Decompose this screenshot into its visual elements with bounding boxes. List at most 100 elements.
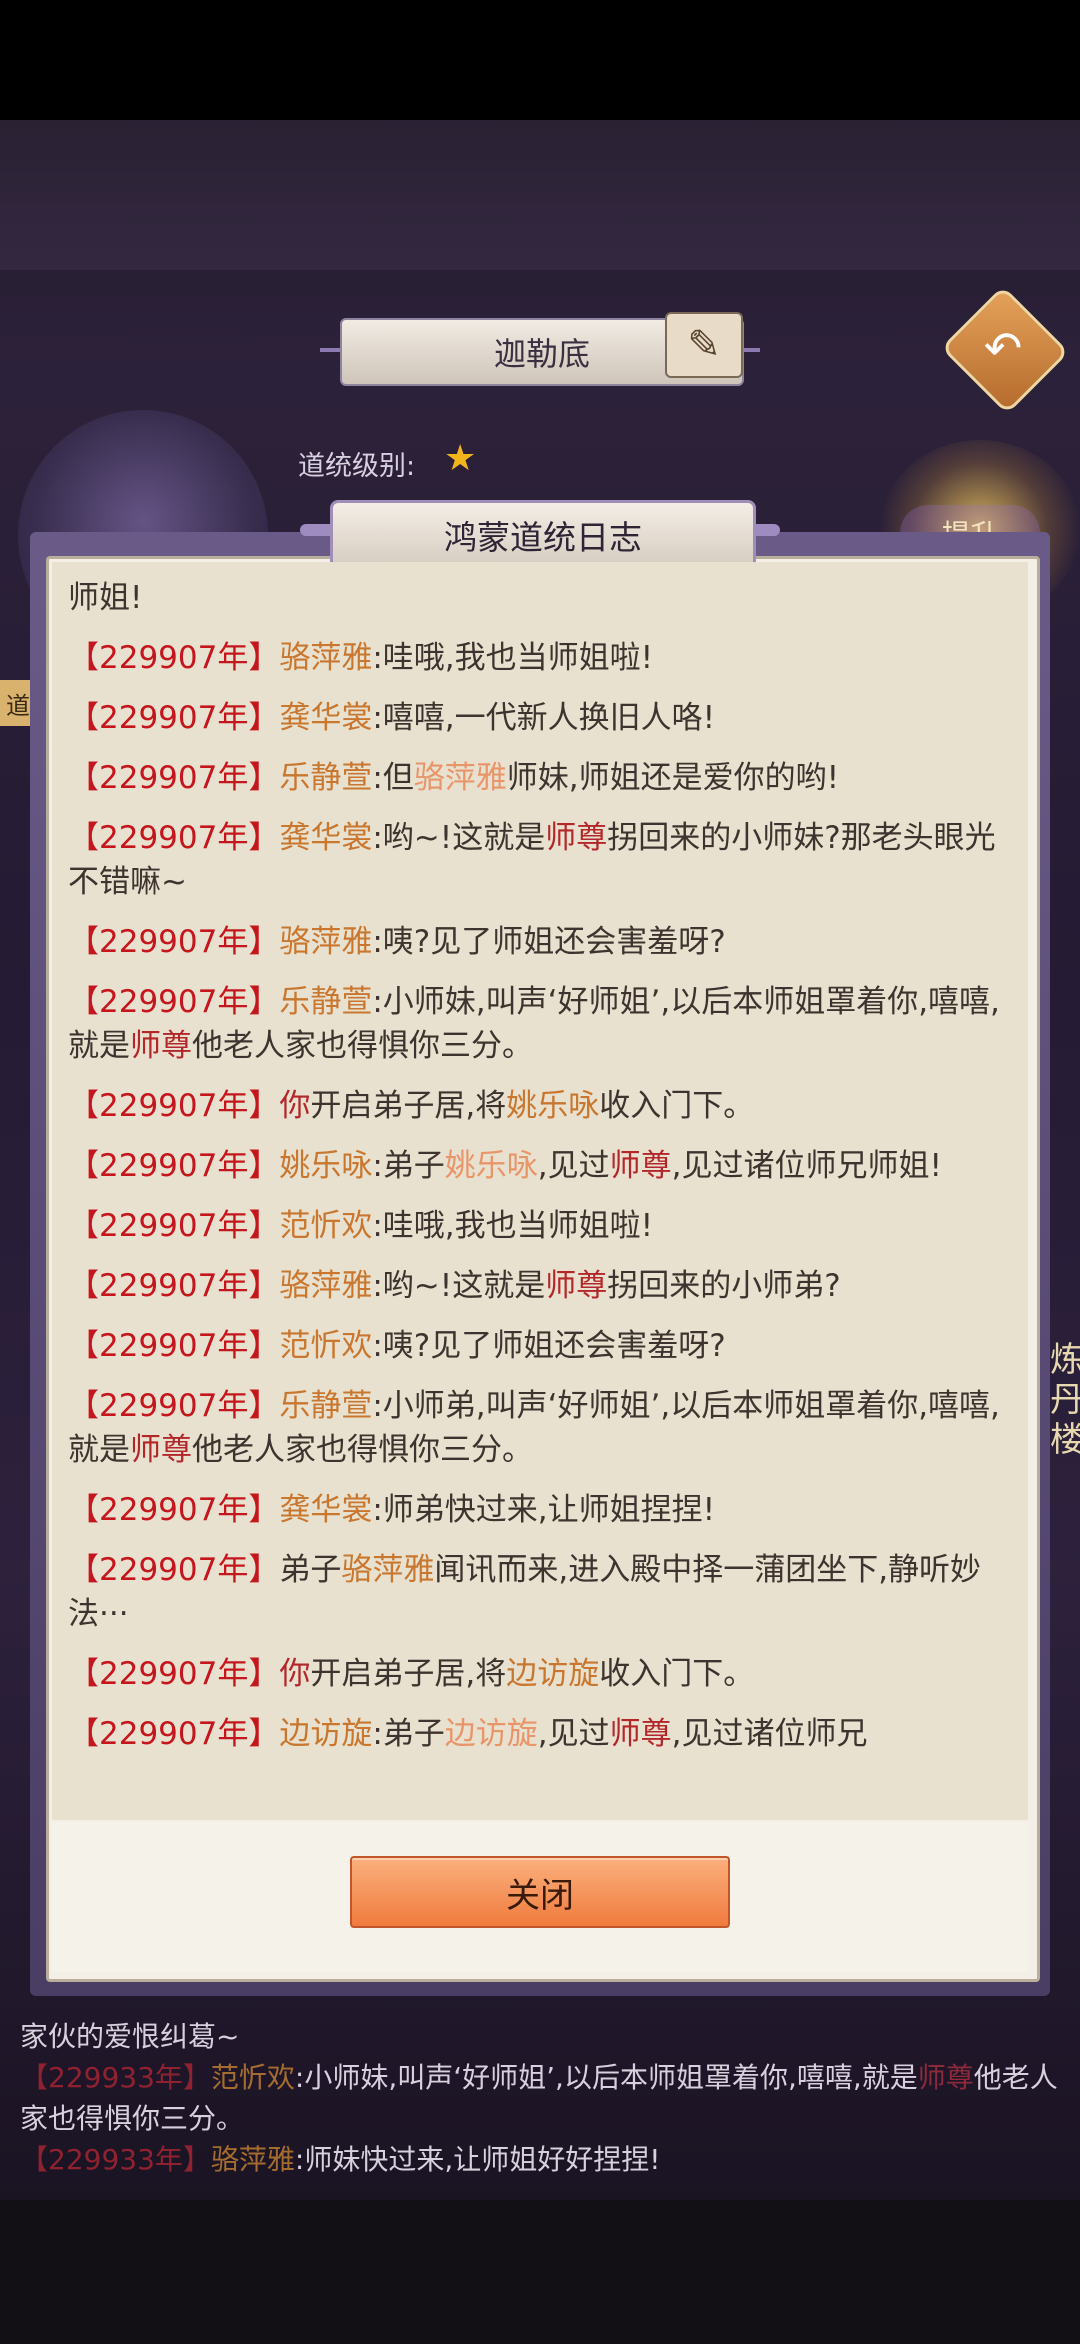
message-text: 他老人家也得惧你三分。 — [192, 1028, 533, 1064]
year-tag: 【229907年】 — [68, 1388, 280, 1424]
message-text: :师弟快过来,让师姐捏捏! — [372, 1492, 716, 1528]
star-icon: ★ — [444, 438, 477, 479]
message-text: :哟~!这就是 — [372, 1268, 546, 1304]
log-entry: 【229907年】你开启弟子居,将边访旋收入门下。 — [68, 1652, 1012, 1696]
disciple-name[interactable]: 乐静萱 — [279, 984, 372, 1020]
log-entry: 【229907年】乐静萱:小师妹,叫声‘好师姐’,以后本师姐罩着你,嘻嘻,就是师… — [68, 980, 1012, 1068]
year-tag: 【229907年】 — [68, 1148, 280, 1184]
log-entry: 【229907年】龚华裳:师弟快过来,让师姐捏捏! — [68, 1488, 1012, 1532]
message-text: :师妹快过来,让师姐好好捏捏! — [294, 2143, 661, 2176]
master-mention: 师尊 — [130, 1028, 192, 1064]
message-text: 家伙的爱恨纠葛~ — [20, 2020, 240, 2053]
dialog-title: 鸿蒙道统日志 — [330, 500, 756, 570]
chat-line: 【229933年】骆萍雅:师妹快过来,让师姐好好捏捏! — [20, 2139, 1070, 2180]
disciple-name-highlight: 边访旋 — [444, 1716, 538, 1752]
message-text: 拐回来的小师弟? — [607, 1268, 841, 1304]
message-text: :哟~!这就是 — [372, 820, 546, 856]
year-tag: 【229933年】 — [20, 2143, 211, 2176]
year-tag: 【229907年】 — [68, 820, 280, 856]
back-arrow-icon[interactable]: ↶ — [968, 318, 1038, 378]
disciple-name[interactable]: 骆萍雅 — [279, 924, 372, 960]
year-tag: 【229907年】 — [68, 1492, 280, 1528]
close-button[interactable]: 关闭 — [350, 1856, 730, 1928]
status-bar — [0, 0, 1080, 120]
year-tag: 【229907年】 — [68, 924, 280, 960]
disciple-name[interactable]: 骆萍雅 — [279, 1268, 372, 1304]
master-mention: 师尊 — [609, 1716, 672, 1752]
disciple-name[interactable]: 龚华裳 — [279, 820, 372, 856]
year-tag: 【229907年】 — [68, 1656, 280, 1692]
year-tag: 【229907年】 — [68, 984, 280, 1020]
message-text: :但 — [372, 760, 414, 796]
log-entry: 师姐! — [68, 576, 1012, 620]
master-mention: 师尊 — [130, 1432, 192, 1468]
year-tag: 【229907年】 — [68, 1552, 280, 1588]
message-text: ,见过诸位师兄师姐! — [671, 1148, 942, 1184]
log-entry: 【229907年】骆萍雅:咦?见了师姐还会害羞呀? — [68, 920, 1012, 964]
year-tag: 【229907年】 — [68, 1716, 280, 1752]
disciple-name[interactable]: 龚华裳 — [279, 700, 372, 736]
log-entry: 【229907年】龚华裳:嘻嘻,一代新人换旧人咯! — [68, 696, 1012, 740]
log-entry: 【229907年】范忻欢:咦?见了师姐还会害羞呀? — [68, 1324, 1012, 1368]
disciple-name[interactable]: 乐静萱 — [279, 760, 372, 796]
year-tag: 【229907年】 — [68, 700, 280, 736]
chat-feed: 家伙的爱恨纠葛~ 【229933年】范忻欢:小师妹,叫声‘好师姐’,以后本师姐罩着… — [20, 2016, 1070, 2180]
log-scroll-area[interactable]: 师姐! 【229907年】骆萍雅:哇哦,我也当师姐啦! 【229907年】龚华裳:嘻… — [52, 562, 1028, 1820]
disciple-name[interactable]: 骆萍雅 — [279, 640, 372, 676]
message-text: 他老人家也得惧你三分。 — [192, 1432, 533, 1468]
message-text: 开启弟子居,将 — [310, 1656, 507, 1692]
log-entry: 【229907年】骆萍雅:哇哦,我也当师姐啦! — [68, 636, 1012, 680]
message-text: :咦?见了师姐还会害羞呀? — [372, 924, 726, 960]
chat-line: 家伙的爱恨纠葛~ — [20, 2016, 1070, 2057]
master-mention: 师尊 — [609, 1148, 672, 1184]
disciple-name[interactable]: 范忻欢 — [279, 1208, 372, 1244]
message-text: :小师妹,叫声‘好师姐’,以后本师姐罩着你,嘻嘻,就是 — [294, 2061, 918, 2094]
disciple-name[interactable]: 范忻欢 — [279, 1328, 372, 1364]
log-entry: 【229907年】边访旋:弟子边访旋,见过师尊,见过诸位师兄 — [68, 1712, 1012, 1756]
message-text: ,见过诸位师兄 — [671, 1716, 868, 1752]
message-text: :嘻嘻,一代新人换旧人咯! — [372, 700, 716, 736]
disciple-name[interactable]: 范忻欢 — [211, 2061, 295, 2094]
master-mention: 师尊 — [917, 2061, 974, 2094]
disciple-name[interactable]: 乐静萱 — [279, 1388, 372, 1424]
year-tag: 【229907年】 — [68, 640, 280, 676]
message-text: 开启弟子居,将 — [310, 1088, 507, 1124]
message-text: ,见过 — [537, 1148, 610, 1184]
year-tag: 【229907年】 — [68, 1328, 280, 1364]
log-entry: 【229907年】乐静萱:但骆萍雅师妹,师姐还是爱你的哟! — [68, 756, 1012, 800]
log-entry: 【229907年】你开启弟子居,将姚乐咏收入门下。 — [68, 1084, 1012, 1128]
year-tag: 【229907年】 — [68, 760, 280, 796]
chat-line: 【229933年】范忻欢:小师妹,叫声‘好师姐’,以后本师姐罩着你,嘻嘻,就是师… — [20, 2057, 1070, 2139]
year-tag: 【229907年】 — [68, 1208, 280, 1244]
log-entry: 【229907年】弟子骆萍雅闻讯而来,进入殿中择一蒲团坐下,静听妙法··· — [68, 1548, 1012, 1636]
message-text: :弟子 — [372, 1716, 445, 1752]
log-entry: 【229907年】乐静萱:小师弟,叫声‘好师姐’,以后本师姐罩着你,嘻嘻,就是师… — [68, 1384, 1012, 1472]
message-text: 弟子 — [279, 1552, 342, 1588]
disciple-name[interactable]: 边访旋 — [279, 1716, 372, 1752]
message-text: 收入门下。 — [599, 1088, 755, 1124]
message-text: ,见过 — [537, 1716, 610, 1752]
log-entry: 【229907年】姚乐咏:弟子姚乐咏,见过师尊,见过诸位师兄师姐! — [68, 1144, 1012, 1188]
log-entry: 【229907年】骆萍雅:哟~!这就是师尊拐回来的小师弟? — [68, 1264, 1012, 1308]
disciple-name[interactable]: 骆萍雅 — [211, 2143, 295, 2176]
disciple-name[interactable]: 龚华裳 — [279, 1492, 372, 1528]
disciple-name[interactable]: 姚乐咏 — [506, 1088, 599, 1124]
message-text: 收入门下。 — [599, 1656, 755, 1692]
level-label: 道统级别: — [298, 451, 416, 482]
message-text: :哇哦,我也当师姐啦! — [372, 1208, 654, 1244]
year-tag: 【229907年】 — [68, 1268, 280, 1304]
message-text: 师姐! — [68, 580, 143, 616]
message-text: :咦?见了师姐还会害羞呀? — [372, 1328, 726, 1364]
master-mention: 你 — [279, 1656, 311, 1692]
master-mention: 师尊 — [545, 1268, 608, 1304]
message-text: :哇哦,我也当师姐啦! — [372, 640, 654, 676]
disciple-name[interactable]: 骆萍雅 — [341, 1552, 434, 1588]
disciple-name[interactable]: 姚乐咏 — [279, 1148, 372, 1184]
alchemy-building-label[interactable]: 炼丹楼 — [1050, 1340, 1080, 1460]
year-tag: 【229933年】 — [20, 2061, 211, 2094]
log-entry: 【229907年】龚华裳:哟~!这就是师尊拐回来的小师妹?那老头眼光不错嘛~ — [68, 816, 1012, 904]
master-mention: 你 — [279, 1088, 311, 1124]
disciple-name[interactable]: 边访旋 — [506, 1656, 599, 1692]
scroll-brush-icon[interactable]: ✎ — [665, 312, 743, 378]
master-mention: 师尊 — [545, 820, 608, 856]
